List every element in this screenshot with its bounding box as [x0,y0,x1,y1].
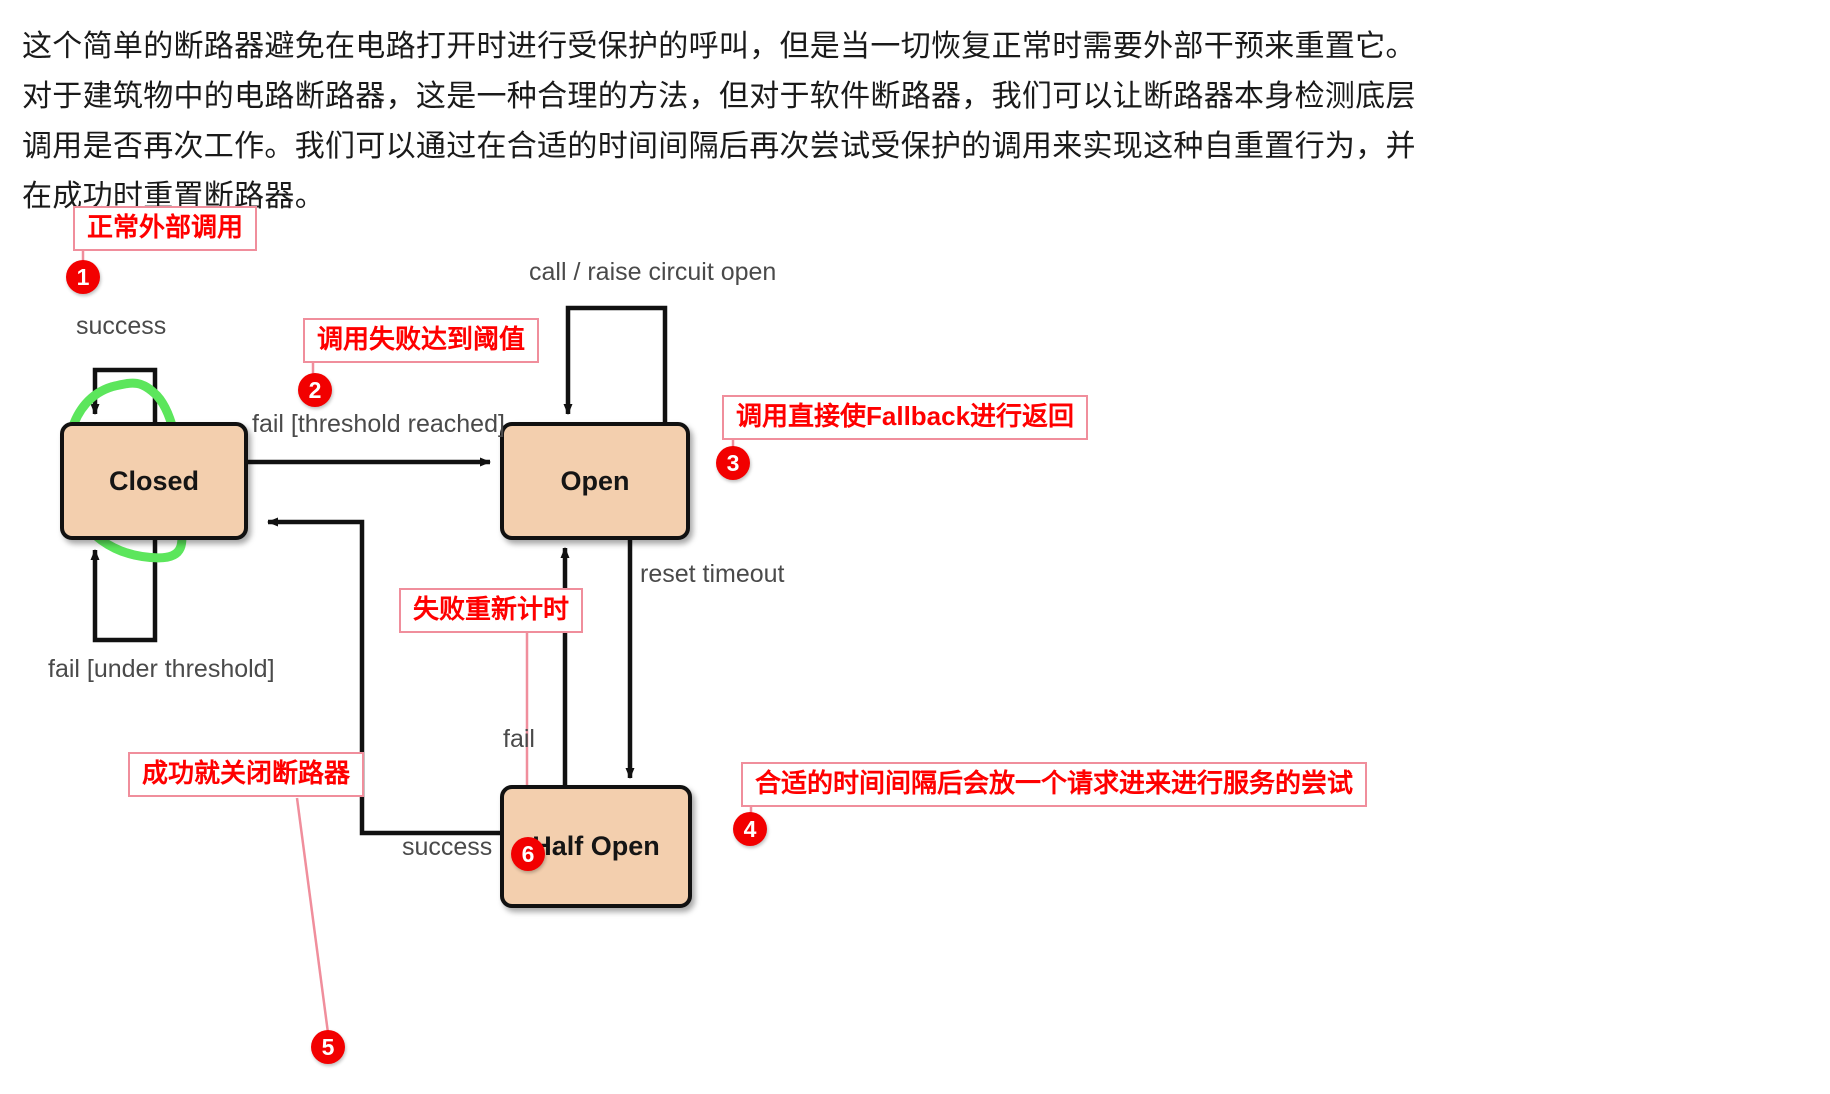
edge-label-success-bottom: success [402,833,493,861]
state-node-open[interactable]: Open [500,422,690,540]
state-node-closed[interactable]: Closed [60,422,248,540]
edge-label-fail-half-open: fail [503,725,535,753]
diagram-edges [62,247,753,1034]
body-paragraph: 这个简单的断路器避免在电路打开时进行受保护的呼叫，但是当一切恢复正常时需要外部干… [22,30,1416,213]
callout-leader-lines [81,247,753,1034]
edge-label-reset-timeout: reset timeout [640,560,785,588]
edge-label-success-top: success [76,312,167,340]
annotation-callout-2: 调用失败达到阈值 [303,318,540,364]
edge-closed-success [90,367,158,422]
annotation-callout-3: 调用直接使Fallback进行返回 [722,395,1089,441]
annotation-marker-1: 1 [66,260,100,294]
edge-open-self [563,305,668,422]
annotation-callout-4: 合适的时间间隔后会放一个请求进来进行服务的尝试 [741,762,1368,808]
edge-label-fail-under-threshold: fail [under threshold] [48,655,275,683]
edge-label-fail-threshold-reached: fail [threshold reached] [252,410,505,438]
annotation-callout-1: 正常外部调用 [73,206,258,252]
annotation-marker-4: 4 [733,812,767,846]
state-machine-diagram: Closed Open Half Open success fail [thre… [0,200,1830,1094]
state-label-closed: Closed [108,465,200,496]
annotation-marker-2: 2 [298,373,332,407]
annotation-callout-6: 失败重新计时 [399,588,584,634]
state-label-open: Open [560,465,630,496]
annotation-marker-3: 3 [716,446,750,480]
edge-label-call-raise-circuit-open: call / raise circuit open [529,258,777,286]
annotation-callout-5: 成功就关闭断路器 [128,752,365,798]
annotation-marker-6: 6 [511,837,545,871]
state-label-half-open: Half Open [532,831,660,861]
annotation-marker-5: 5 [311,1030,345,1064]
